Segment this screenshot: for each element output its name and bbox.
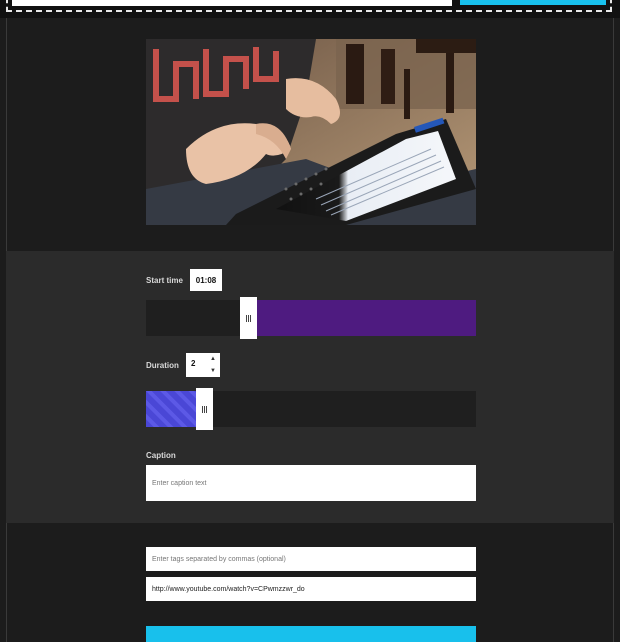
top-bar	[0, 0, 620, 18]
top-action-button[interactable]	[460, 0, 606, 5]
start-time-fill	[256, 300, 476, 336]
duration-stepper[interactable]: 2 ▲ ▼	[186, 353, 220, 377]
duration-value: 2	[191, 359, 196, 368]
duration-label: Duration	[146, 361, 179, 370]
caption-input[interactable]: Enter caption text	[146, 465, 476, 501]
chevron-up-icon[interactable]: ▲	[210, 355, 216, 363]
start-time-field[interactable]: 01:08	[190, 269, 222, 291]
gif-maker-page: Start time 01:08 Duration 2 ▲ ▼ Caption	[0, 0, 620, 642]
tags-input[interactable]: Enter tags separated by commas (optional…	[146, 547, 476, 571]
duration-handle[interactable]	[196, 388, 213, 430]
create-gif-button[interactable]	[146, 626, 476, 642]
video-thumbnail	[146, 39, 476, 225]
grip-icon	[202, 405, 207, 413]
start-time-label: Start time	[146, 276, 183, 285]
grip-icon	[246, 314, 251, 322]
video-thumbnail-image	[146, 39, 476, 225]
top-url-input[interactable]	[12, 0, 452, 6]
start-time-track[interactable]	[146, 300, 476, 336]
caption-label: Caption	[146, 451, 176, 460]
chevron-down-icon[interactable]: ▼	[210, 367, 216, 375]
stepper-arrows[interactable]: ▲ ▼	[208, 355, 218, 375]
youtube-url-input[interactable]: http://www.youtube.com/watch?v=CPwmzzwr_…	[146, 577, 476, 601]
duration-fill	[146, 391, 196, 427]
start-time-handle[interactable]	[240, 297, 257, 339]
